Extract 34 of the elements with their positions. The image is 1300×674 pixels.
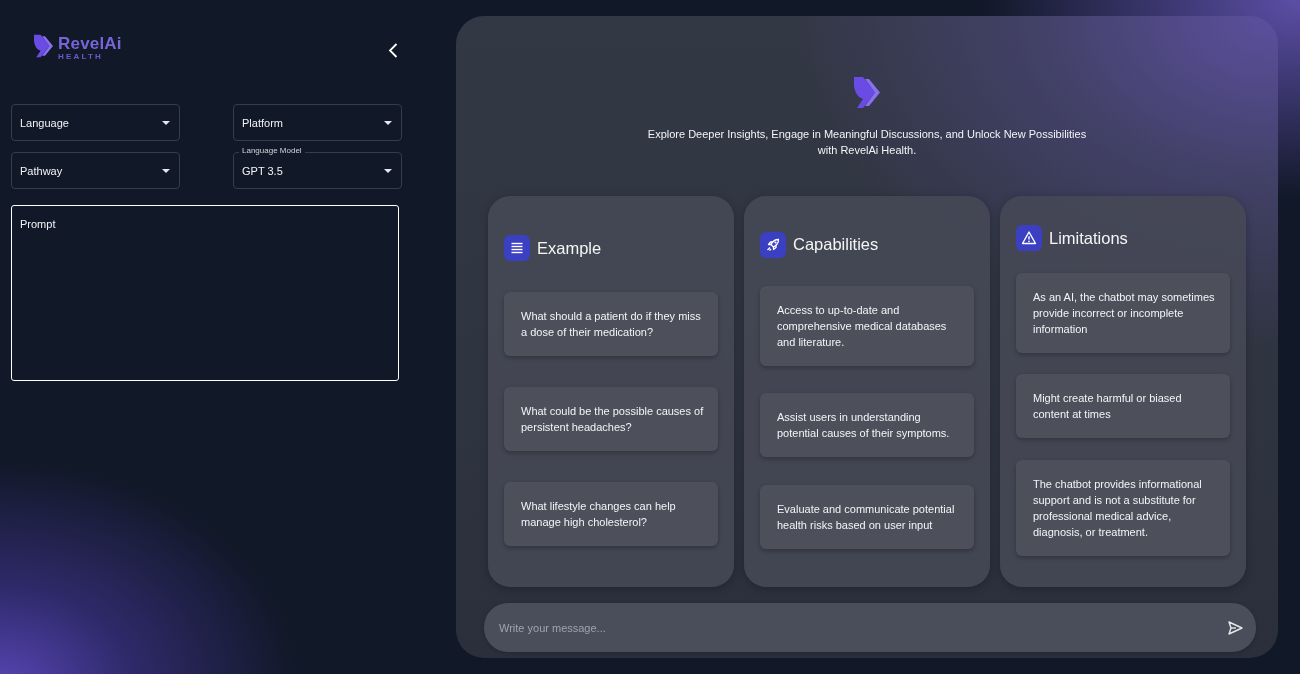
info-item: The chatbot provides informational support and is not a substitute for professional medical advice, diagnosis, or treatment.: [1016, 459, 1230, 556]
brand-name: RevelAi: [58, 35, 122, 52]
brand-tagline: HEALTH: [58, 53, 105, 61]
prompt-field[interactable]: Prompt: [11, 205, 399, 381]
chevron-logo-icon: [34, 34, 53, 58]
caret-icon: [162, 120, 170, 125]
column-title: Capabilities: [793, 235, 879, 255]
suggestion-card[interactable]: What could be the possible causes of persistent headaches?: [504, 387, 718, 451]
column-title: Example: [537, 238, 602, 258]
dropdown[interactable]: Language: [11, 104, 180, 141]
intro-text: Explore Deeper Insights, Engage in Meaningful Discussions, and Unlock New Possibilities with RevelAi Health.: [646, 127, 1088, 158]
caret-icon: [384, 120, 392, 125]
suggestion-card[interactable]: What should a patient do if they miss a dose of their medication?: [504, 292, 718, 356]
message-field[interactable]: Write your message...: [484, 603, 1256, 652]
caret-icon: [384, 168, 392, 173]
caret-icon: [162, 168, 170, 173]
info-item: Might create harmful or biased content at times: [1016, 374, 1230, 439]
dropdown[interactable]: Platform: [233, 104, 402, 141]
info-item: Access to up-to-date and comprehensive medical databases and literature.: [760, 285, 974, 366]
info-item: Assist users in understanding potential causes of their symptoms.: [760, 393, 974, 458]
field-label: Language Model: [239, 146, 305, 156]
suggestion-card[interactable]: What lifestyle changes can help manage high cholesterol?: [504, 482, 718, 546]
dropdown[interactable]: Pathway: [11, 152, 180, 189]
list-icon: [504, 235, 530, 261]
chevron-left-icon: [388, 42, 398, 58]
chevron-logo-icon: [854, 77, 880, 108]
send-button[interactable]: [1227, 619, 1244, 636]
info-item: As an AI, the chatbot may sometimes provide incorrect or incomplete information: [1016, 272, 1230, 353]
column-title: Limitations: [1049, 228, 1128, 248]
warning-icon: [1016, 225, 1042, 252]
send-icon: [1228, 620, 1243, 635]
rocket-icon: [760, 231, 786, 258]
info-item: Evaluate and communicate potential health risks based on user input: [760, 485, 974, 550]
collapse-button[interactable]: [387, 42, 399, 58]
